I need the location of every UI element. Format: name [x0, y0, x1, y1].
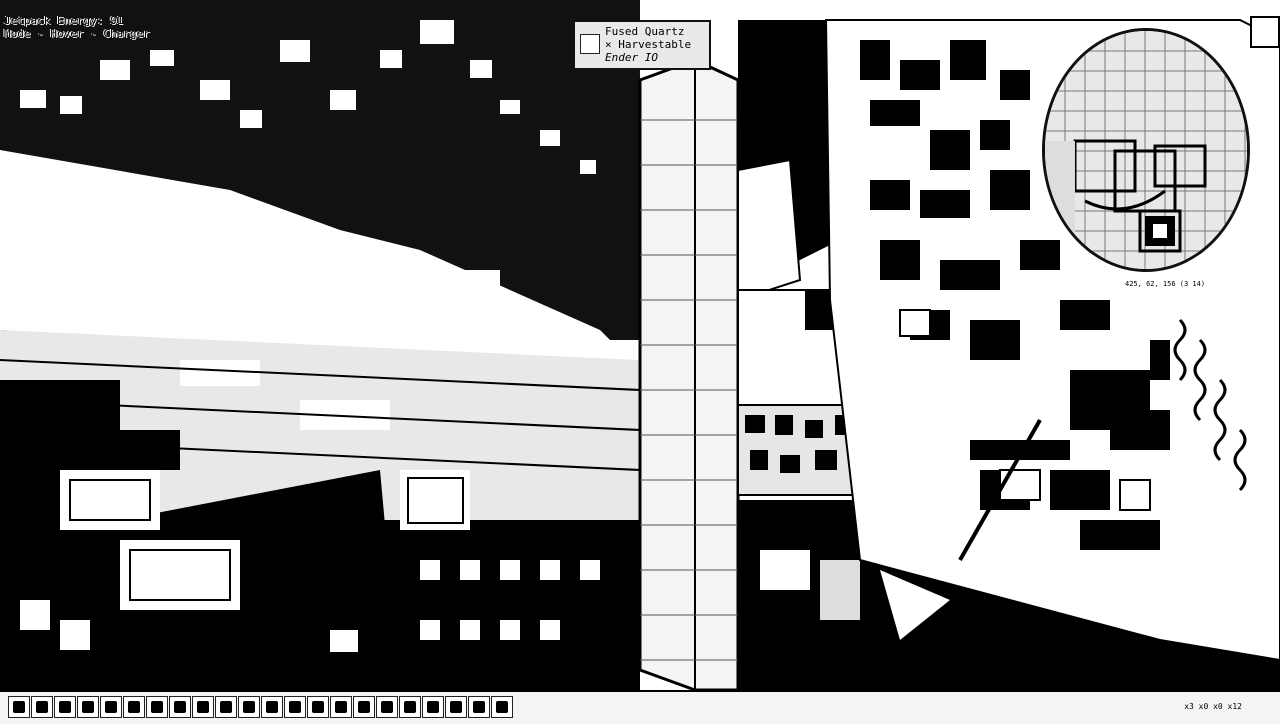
minimap-settings-button[interactable]: [1250, 16, 1280, 48]
item-icon: [151, 701, 163, 713]
hotbar-slot[interactable]: [146, 696, 168, 718]
hotbar[interactable]: x3 x0 x0 x12: [0, 690, 1280, 724]
item-icon: [473, 701, 485, 713]
hotbar-slot[interactable]: [54, 696, 76, 718]
item-icon: [13, 701, 25, 713]
hotbar-slot[interactable]: [261, 696, 283, 718]
item-icon: [335, 701, 347, 713]
minimap-coordinates: 425, 62, 156 (3 14): [1125, 280, 1206, 288]
hotbar-slot[interactable]: [169, 696, 191, 718]
hotbar-slot[interactable]: [330, 696, 352, 718]
item-icon: [36, 701, 48, 713]
item-icon: [197, 701, 209, 713]
block-info-tooltip: Fused Quartz × Harvestable Ender IO: [573, 20, 711, 70]
hotbar-slot[interactable]: [77, 696, 99, 718]
item-icon: [450, 701, 462, 713]
tooltip-mod-name: Ender IO: [605, 51, 658, 64]
hotbar-slot[interactable]: [123, 696, 145, 718]
hotbar-slot[interactable]: [284, 696, 306, 718]
hotbar-slot[interactable]: [31, 696, 53, 718]
hotbar-slot[interactable]: [100, 696, 122, 718]
item-icon: [266, 701, 278, 713]
item-icon: [59, 701, 71, 713]
hotbar-counts: x3 x0 x0 x12: [1184, 702, 1242, 711]
item-icon: [358, 701, 370, 713]
hotbar-slot[interactable]: [468, 696, 490, 718]
hotbar-slot[interactable]: [445, 696, 467, 718]
jetpack-energy-text: Jetpack Energy: 91: [4, 14, 124, 27]
hotbar-slot[interactable]: [353, 696, 375, 718]
hotbar-slot[interactable]: [8, 696, 30, 718]
jetpack-mode-text: Mode - Hover - Charger: [4, 27, 150, 40]
hotbar-slot[interactable]: [399, 696, 421, 718]
tooltip-title: Fused Quartz: [605, 25, 685, 38]
item-icon: [174, 701, 186, 713]
item-icon: [220, 701, 232, 713]
hotbar-slot[interactable]: [238, 696, 260, 718]
hotbar-slot[interactable]: [215, 696, 237, 718]
fused-quartz-icon: [580, 34, 600, 54]
item-icon: [312, 701, 324, 713]
hotbar-slot[interactable]: [491, 696, 513, 718]
tooltip-harvestable: × Harvestable: [605, 38, 692, 51]
item-icon: [105, 701, 117, 713]
hotbar-slot[interactable]: [376, 696, 398, 718]
item-icon: [128, 701, 140, 713]
item-icon: [243, 701, 255, 713]
item-icon: [381, 701, 393, 713]
hotbar-slot[interactable]: [422, 696, 444, 718]
item-icon: [82, 701, 94, 713]
item-icon: [496, 701, 508, 713]
item-icon: [289, 701, 301, 713]
minimap-grid: [1045, 31, 1247, 269]
hud-status: Jetpack Energy: 91 Mode - Hover - Charge…: [4, 14, 150, 40]
hotbar-slot[interactable]: [192, 696, 214, 718]
item-icon: [427, 701, 439, 713]
minimap[interactable]: [1042, 28, 1250, 272]
hotbar-slot[interactable]: [307, 696, 329, 718]
item-icon: [404, 701, 416, 713]
